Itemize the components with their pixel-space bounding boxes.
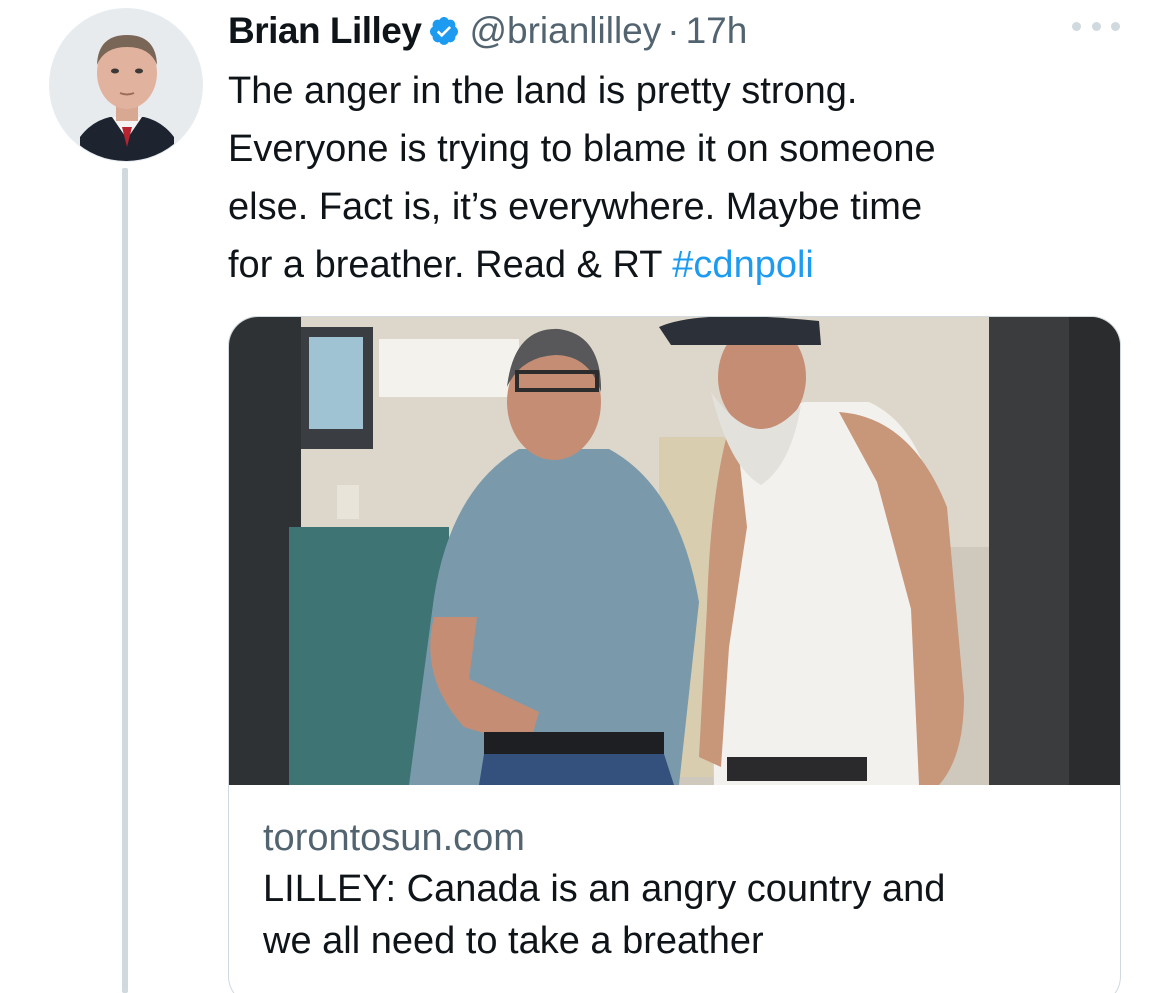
tweet-text: The anger in the land is pretty strong. … bbox=[228, 62, 1128, 294]
card-title: LILLEY: Canada is an angry country and w… bbox=[263, 863, 1093, 967]
tweet-text-line: Everyone is trying to blame it on someon… bbox=[228, 128, 936, 170]
author-name[interactable]: Brian Lilley bbox=[228, 10, 422, 52]
card-domain: torontosun.com bbox=[263, 817, 525, 859]
tweet-text-line-last: for a breather. Read & RT #cdnpoli bbox=[228, 236, 1128, 294]
card-photo bbox=[229, 317, 1120, 785]
more-dot bbox=[1111, 21, 1120, 31]
more-dot bbox=[1091, 21, 1101, 31]
tweet-timestamp[interactable]: 17h bbox=[686, 10, 748, 52]
avatar-portrait bbox=[50, 9, 202, 161]
tweet-header: Brian Lilley @brianlilley · 17h bbox=[228, 6, 747, 56]
header-separator: · bbox=[667, 10, 680, 51]
card-title-line: LILLEY: Canada is an angry country and bbox=[263, 868, 946, 910]
tweet-text-line: else. Fact is, it’s everywhere. Maybe ti… bbox=[228, 186, 923, 228]
more-dot bbox=[1072, 21, 1081, 31]
author-handle[interactable]: @brianlilley bbox=[469, 10, 661, 52]
card-title-line: we all need to take a breather bbox=[263, 920, 764, 962]
hashtag-link[interactable]: #cdnpoli bbox=[672, 244, 814, 286]
more-options-icon[interactable] bbox=[1072, 18, 1120, 34]
card-body: torontosun.com LILLEY: Canada is an angr… bbox=[263, 813, 1093, 967]
author-avatar[interactable] bbox=[49, 8, 203, 162]
avatar-column bbox=[0, 0, 210, 993]
card-image bbox=[229, 317, 1120, 785]
tweet-text-line: for a breather. Read & RT bbox=[228, 244, 673, 286]
tweet-text-line: The anger in the land is pretty strong. bbox=[228, 70, 858, 112]
thread-line bbox=[122, 168, 128, 993]
link-preview-card[interactable]: torontosun.com LILLEY: Canada is an angr… bbox=[228, 316, 1121, 993]
verified-badge-icon bbox=[428, 15, 460, 47]
